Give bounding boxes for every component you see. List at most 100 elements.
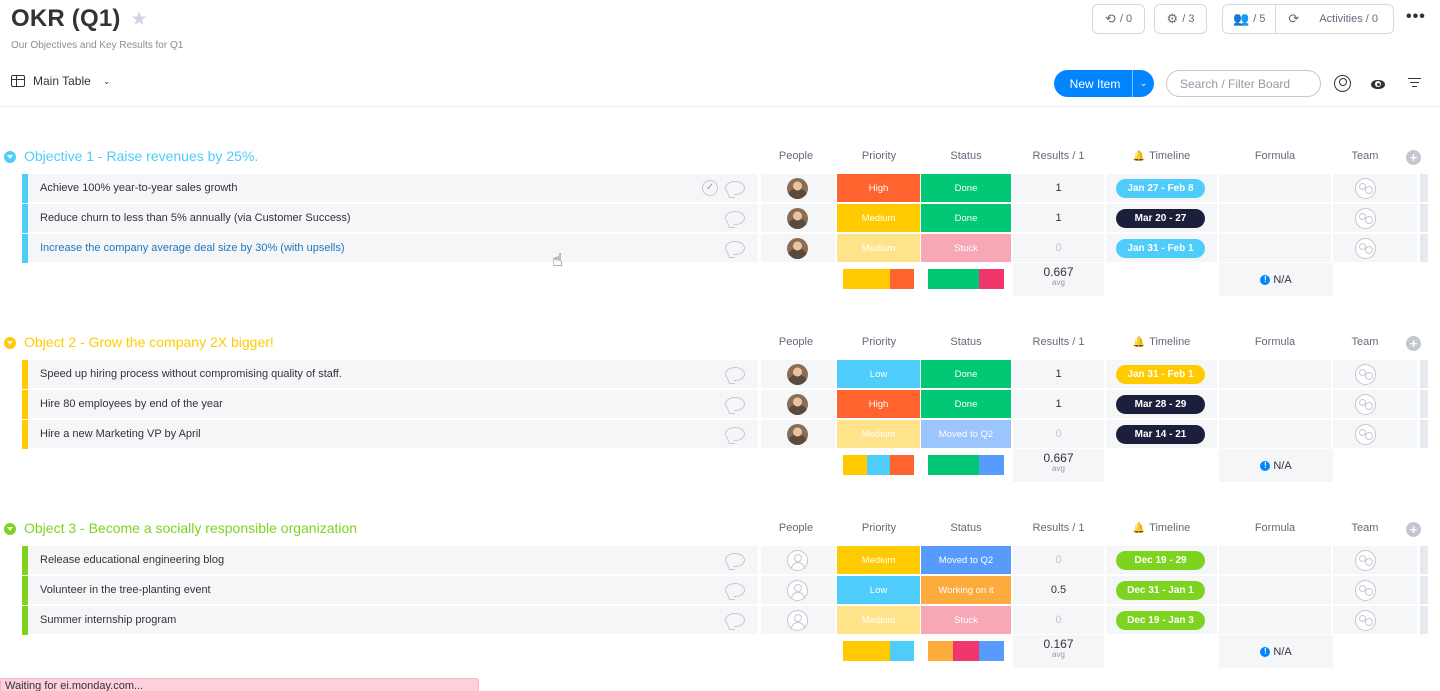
results-cell[interactable]: 1 (1013, 174, 1104, 203)
team-cell[interactable] (1333, 420, 1417, 449)
team-cell[interactable] (1333, 234, 1417, 263)
results-cell[interactable]: 0 (1013, 606, 1104, 635)
table-row[interactable]: Increase the company average deal size b… (22, 234, 1430, 263)
table-row[interactable]: Hire 80 employees by end of the year High… (22, 390, 1430, 419)
add-column-icon[interactable]: + (1406, 522, 1421, 537)
priority-label[interactable]: Medium (837, 204, 920, 233)
conversation-icon[interactable] (725, 241, 745, 255)
people-cell[interactable] (761, 204, 835, 233)
collapse-group-icon[interactable] (4, 523, 16, 535)
team-cell[interactable] (1333, 390, 1417, 419)
status-label[interactable]: Stuck (921, 234, 1011, 263)
column-header-priority[interactable]: Priority (838, 150, 920, 162)
status-label[interactable]: Working on it (921, 576, 1011, 605)
team-cell[interactable] (1333, 546, 1417, 575)
timeline-cell[interactable]: Jan 31 - Feb 1 (1106, 234, 1217, 263)
item-name[interactable]: Volunteer in the tree-planting event (40, 584, 211, 596)
column-header-status[interactable]: Status (921, 522, 1011, 534)
timeline-cell[interactable]: Dec 31 - Jan 1 (1106, 576, 1217, 605)
info-icon[interactable]: ! (1260, 460, 1271, 471)
team-cell[interactable] (1333, 576, 1417, 605)
board-title[interactable]: OKR (Q1) (11, 5, 121, 33)
more-options-icon[interactable]: ••• (1406, 8, 1426, 26)
people-cell[interactable] (761, 390, 835, 419)
item-name-cell[interactable]: Hire a new Marketing VP by April (28, 420, 758, 449)
table-row[interactable]: Release educational engineering blog Medi… (22, 546, 1430, 575)
item-name[interactable]: Reduce churn to less than 5% annually (v… (40, 212, 351, 224)
priority-label[interactable]: High (837, 390, 920, 419)
team-cell[interactable] (1333, 174, 1417, 203)
item-name-cell[interactable]: Speed up hiring process without compromi… (28, 360, 758, 389)
timeline-cell[interactable]: Jan 31 - Feb 1 (1106, 360, 1217, 389)
column-header-team[interactable]: Team (1333, 522, 1397, 534)
column-header-timeline[interactable]: 🔔 Timeline (1106, 336, 1217, 348)
status-label[interactable]: Moved to Q2 (921, 546, 1011, 575)
column-header-status[interactable]: Status (921, 336, 1011, 348)
people-cell[interactable] (761, 174, 835, 203)
timeline-cell[interactable]: Dec 19 - 29 (1106, 546, 1217, 575)
people-cell[interactable] (761, 360, 835, 389)
status-label[interactable]: Done (921, 360, 1011, 389)
team-cell[interactable] (1333, 606, 1417, 635)
column-header-priority[interactable]: Priority (838, 522, 920, 534)
item-name[interactable]: Hire 80 employees by end of the year (40, 398, 223, 410)
column-header-team[interactable]: Team (1333, 150, 1397, 162)
timeline-cell[interactable]: Mar 14 - 21 (1106, 420, 1217, 449)
results-cell[interactable]: 0.5 (1013, 576, 1104, 605)
people-cell[interactable] (761, 420, 835, 449)
column-header-formula[interactable]: Formula (1219, 150, 1331, 162)
status-label[interactable]: Done (921, 174, 1011, 203)
board-description[interactable]: Our Objectives and Key Results for Q1 (11, 40, 183, 51)
info-icon[interactable]: ! (1260, 646, 1271, 657)
column-header-people[interactable]: People (766, 336, 826, 348)
view-selector[interactable]: Main Table ⌄ (11, 74, 110, 88)
group-title[interactable]: Object 2 - Grow the company 2X bigger! (24, 334, 274, 350)
filter-button[interactable] (1408, 75, 1421, 90)
item-name-cell[interactable]: Reduce churn to less than 5% annually (v… (28, 204, 758, 233)
item-name-cell[interactable]: Summer internship program (28, 606, 758, 635)
table-row[interactable]: Summer internship program Medium Stuck 0 Dec… (22, 606, 1430, 635)
column-header-timeline[interactable]: 🔔 Timeline (1106, 150, 1217, 162)
new-item-button[interactable]: New Item ⌄ (1054, 70, 1154, 97)
column-header-timeline[interactable]: 🔔 Timeline (1106, 522, 1217, 534)
team-cell[interactable] (1333, 360, 1417, 389)
collapse-group-icon[interactable] (4, 151, 16, 163)
person-filter-button[interactable] (1334, 75, 1351, 92)
results-cell[interactable]: 1 (1013, 360, 1104, 389)
group-title[interactable]: Objective 1 - Raise revenues by 25%. (24, 148, 258, 164)
members-button[interactable]: 👥 / 5 (1223, 5, 1277, 33)
results-cell[interactable]: 0 (1013, 546, 1104, 575)
new-item-dropdown-icon[interactable]: ⌄ (1132, 70, 1154, 97)
table-row[interactable]: Reduce churn to less than 5% annually (v… (22, 204, 1430, 233)
search-input[interactable]: Search / Filter Board (1166, 70, 1321, 97)
conversation-icon[interactable] (725, 583, 745, 597)
people-cell[interactable] (761, 576, 835, 605)
priority-label[interactable]: Medium (837, 234, 920, 263)
priority-label[interactable]: Medium (837, 420, 920, 449)
table-row[interactable]: Speed up hiring process without compromi… (22, 360, 1430, 389)
column-header-formula[interactable]: Formula (1219, 336, 1331, 348)
item-name[interactable]: Summer internship program (40, 614, 176, 626)
priority-label[interactable]: High (837, 174, 920, 203)
item-name-cell[interactable]: Release educational engineering blog (28, 546, 758, 575)
people-cell[interactable] (761, 546, 835, 575)
team-cell[interactable] (1333, 204, 1417, 233)
priority-label[interactable]: Low (837, 360, 920, 389)
conversation-icon[interactable] (725, 397, 745, 411)
priority-label[interactable]: Medium (837, 546, 920, 575)
item-name-cell[interactable]: Increase the company average deal size b… (28, 234, 758, 263)
item-name[interactable]: Achieve 100% year-to-year sales growth (40, 182, 237, 194)
people-cell[interactable] (761, 606, 835, 635)
status-label[interactable]: Moved to Q2 (921, 420, 1011, 449)
results-cell[interactable]: 1 (1013, 390, 1104, 419)
table-row[interactable]: Volunteer in the tree-planting event Low W… (22, 576, 1430, 605)
check-circle-icon[interactable]: ✓ (702, 180, 718, 196)
favorite-star-icon[interactable]: ★ (131, 8, 148, 31)
column-header-status[interactable]: Status (921, 150, 1011, 162)
conversation-icon[interactable] (725, 553, 745, 567)
column-header-formula[interactable]: Formula (1219, 522, 1331, 534)
add-column-icon[interactable]: + (1406, 150, 1421, 165)
conversation-icon[interactable] (725, 181, 745, 195)
timeline-cell[interactable]: Jan 27 - Feb 8 (1106, 174, 1217, 203)
results-cell[interactable]: 0 (1013, 420, 1104, 449)
